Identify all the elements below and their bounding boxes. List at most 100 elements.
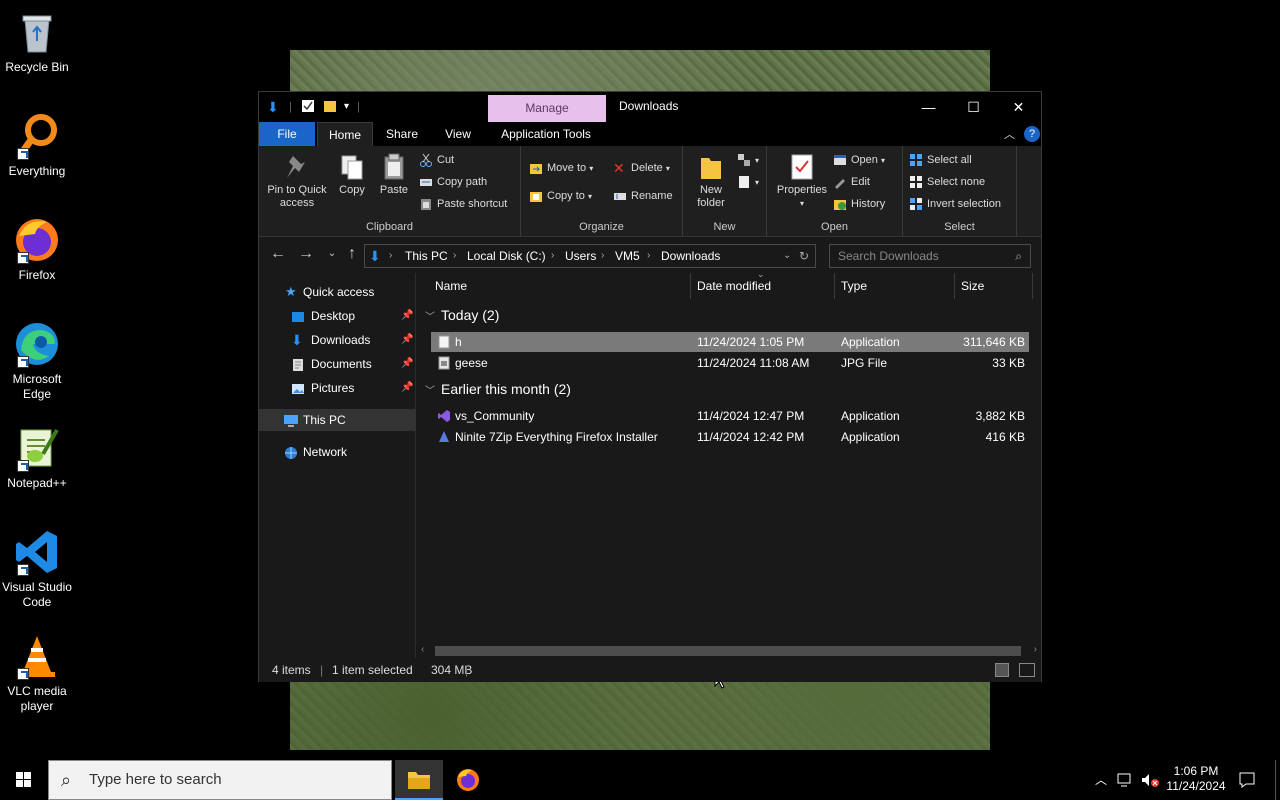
breadcrumb-vm5[interactable]: VM5 bbox=[615, 245, 640, 267]
network-status-icon[interactable] bbox=[1116, 772, 1134, 788]
table-row[interactable]: vs_Community 11/4/2024 12:47 PM Applicat… bbox=[431, 406, 1029, 426]
taskbar-search-box[interactable]: ⌕ Type here to search bbox=[48, 760, 392, 800]
address-bar[interactable]: ⬇ › This PC › Local Disk (C:) › Users › … bbox=[364, 244, 816, 268]
scroll-right-icon[interactable]: › bbox=[1034, 644, 1037, 655]
scroll-left-icon[interactable]: ‹ bbox=[421, 644, 424, 655]
desktop-icon-vscode[interactable]: Visual Studio Code bbox=[0, 528, 74, 610]
desktop-icon-label: Visual Studio Code bbox=[2, 580, 72, 609]
nav-network[interactable]: Network bbox=[259, 441, 416, 463]
paste-button[interactable]: Paste bbox=[375, 152, 413, 197]
copy-to-button[interactable]: Copy to ▾ bbox=[529, 186, 592, 206]
column-header-type[interactable]: Type bbox=[835, 273, 955, 299]
desktop-icon-vlc[interactable]: VLC media player bbox=[0, 632, 74, 714]
maximize-button[interactable]: ☐ bbox=[951, 92, 996, 122]
desktop-icon-recycle-bin[interactable]: Recycle Bin bbox=[0, 8, 74, 75]
properties-quick-icon[interactable] bbox=[301, 99, 315, 116]
volume-muted-icon[interactable] bbox=[1140, 772, 1160, 788]
nav-pictures[interactable]: Pictures 📌 bbox=[259, 377, 416, 399]
show-hidden-icons-button[interactable]: ︿ bbox=[1095, 760, 1107, 800]
search-box[interactable]: Search Downloads ⌕ bbox=[829, 244, 1031, 268]
breadcrumb-separator[interactable]: › bbox=[389, 245, 392, 267]
clock-time: 1:06 PM bbox=[1173, 764, 1219, 778]
pin-quick-access-button[interactable]: Pin to Quick access bbox=[265, 152, 329, 210]
paste-shortcut-button[interactable]: Paste shortcut bbox=[419, 194, 507, 214]
new-item-button[interactable]: ▾ bbox=[737, 150, 759, 170]
start-button[interactable] bbox=[0, 760, 48, 800]
column-header-name[interactable]: Name bbox=[429, 273, 691, 299]
properties-button[interactable]: Properties ▾ bbox=[773, 152, 831, 210]
forward-button[interactable]: → bbox=[295, 245, 317, 263]
delete-button[interactable]: ✕ Delete ▾ bbox=[613, 158, 670, 178]
history-button[interactable]: History bbox=[833, 194, 885, 214]
back-button[interactable]: ← bbox=[267, 245, 289, 263]
invert-selection-button[interactable]: Invert selection bbox=[909, 194, 1001, 214]
up-button[interactable]: ↑ bbox=[341, 245, 363, 263]
new-item-icon bbox=[737, 153, 751, 167]
new-folder-button[interactable]: New folder bbox=[689, 152, 733, 210]
nav-documents[interactable]: Documents 📌 bbox=[259, 353, 416, 375]
firefox-icon bbox=[457, 769, 479, 791]
breadcrumb-this-pc[interactable]: This PC bbox=[405, 245, 448, 267]
desktop-folder-icon bbox=[291, 309, 305, 323]
taskbar-firefox[interactable] bbox=[444, 760, 492, 800]
edit-button[interactable]: Edit bbox=[833, 172, 870, 192]
refresh-icon[interactable]: ↻ bbox=[799, 245, 809, 267]
address-dropdown-icon[interactable]: ⌄ bbox=[783, 245, 791, 267]
column-header-size[interactable]: Size bbox=[955, 273, 1033, 299]
scrollbar-thumb[interactable] bbox=[435, 646, 1021, 656]
close-button[interactable]: ✕ bbox=[996, 92, 1041, 122]
cut-button[interactable]: Cut bbox=[419, 150, 454, 170]
new-folder-quick-icon[interactable] bbox=[323, 99, 337, 116]
copy-path-button[interactable]: Copy path bbox=[419, 172, 487, 192]
select-all-button[interactable]: Select all bbox=[909, 150, 972, 170]
tab-view[interactable]: View bbox=[431, 122, 485, 146]
taskbar-file-explorer[interactable] bbox=[395, 760, 443, 800]
desktop-icon-firefox[interactable]: Firefox bbox=[0, 216, 74, 283]
select-none-button[interactable]: Select none bbox=[909, 172, 985, 192]
tab-home[interactable]: Home bbox=[317, 122, 373, 146]
manage-context-tab[interactable]: Manage bbox=[488, 95, 606, 122]
copy-button[interactable]: Copy bbox=[333, 152, 371, 197]
breadcrumb-users[interactable]: Users bbox=[565, 245, 596, 267]
table-row[interactable]: h 11/24/2024 1:05 PM Application 311,646… bbox=[431, 332, 1029, 352]
move-to-button[interactable]: Move to ▾ bbox=[529, 158, 593, 178]
rename-button[interactable]: Rename bbox=[613, 186, 673, 206]
group-header-today[interactable]: ﹀ Today (2) bbox=[425, 307, 499, 323]
breadcrumb-separator[interactable]: › bbox=[453, 245, 456, 267]
tab-share[interactable]: Share bbox=[375, 122, 429, 146]
table-row[interactable]: geese 11/24/2024 11:08 AM JPG File 33 KB bbox=[431, 353, 1029, 373]
breadcrumb-local-disk[interactable]: Local Disk (C:) bbox=[467, 245, 546, 267]
group-header-earlier-this-month[interactable]: ﹀ Earlier this month (2) bbox=[425, 381, 571, 397]
breadcrumb-downloads[interactable]: Downloads bbox=[661, 245, 720, 267]
taskbar-search-placeholder: Type here to search bbox=[89, 771, 222, 788]
title-bar[interactable]: ⬇ | ▾ | Manage Downloads — ☐ ✕ bbox=[259, 92, 1041, 122]
nav-downloads[interactable]: ⬇ Downloads 📌 bbox=[259, 329, 416, 351]
help-icon[interactable]: ? bbox=[1024, 126, 1040, 142]
nav-this-pc[interactable]: This PC bbox=[259, 409, 416, 431]
nav-desktop[interactable]: Desktop 📌 bbox=[259, 305, 416, 327]
open-button[interactable]: Open ▾ bbox=[833, 150, 885, 170]
table-row[interactable]: Ninite 7Zip Everything Firefox Installer… bbox=[431, 427, 1029, 447]
copy-path-icon bbox=[419, 175, 433, 189]
notifications-icon[interactable] bbox=[1238, 771, 1256, 789]
show-desktop-button[interactable] bbox=[1275, 760, 1276, 800]
breadcrumb-separator[interactable]: › bbox=[601, 245, 604, 267]
desktop-icon-everything[interactable]: Everything bbox=[0, 112, 74, 179]
desktop-icon-notepadpp[interactable]: Notepad++ bbox=[0, 424, 74, 491]
breadcrumb-separator[interactable]: › bbox=[647, 245, 650, 267]
customize-quick-access-icon[interactable]: ▾ bbox=[344, 101, 349, 112]
tab-application-tools[interactable]: Application Tools bbox=[489, 122, 603, 146]
large-icons-view-icon[interactable] bbox=[1019, 663, 1035, 677]
desktop-icon-edge[interactable]: Microsoft Edge bbox=[0, 320, 74, 402]
group-title: Earlier this month (2) bbox=[441, 381, 571, 397]
recent-locations-button[interactable]: ⌄ bbox=[321, 248, 343, 259]
details-view-icon[interactable] bbox=[995, 663, 1009, 677]
clock[interactable]: 1:06 PM 11/24/2024 bbox=[1166, 764, 1226, 800]
collapse-ribbon-icon[interactable]: ︿ bbox=[1004, 126, 1015, 142]
horizontal-scrollbar[interactable]: ‹ › bbox=[417, 643, 1041, 659]
easy-access-button[interactable]: ▾ bbox=[737, 172, 759, 192]
minimize-button[interactable]: — bbox=[906, 92, 951, 122]
breadcrumb-separator[interactable]: › bbox=[551, 245, 554, 267]
nav-quick-access[interactable]: ★ Quick access bbox=[259, 281, 416, 303]
tab-file[interactable]: File bbox=[259, 122, 315, 146]
